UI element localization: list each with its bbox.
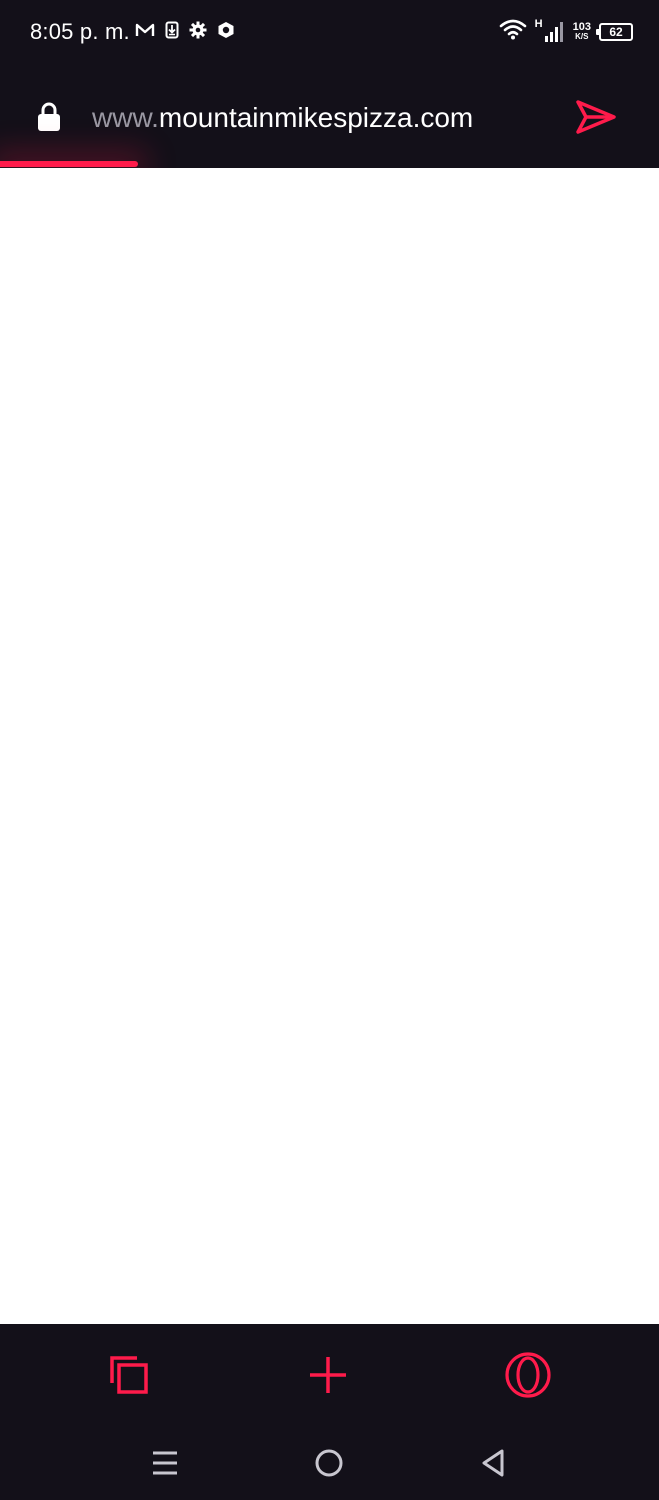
net-speed: 103 K/S (572, 20, 591, 41)
url-domain: mountainmikespizza.com (158, 102, 474, 133)
bottom-toolbar (0, 1324, 659, 1428)
settings-icon (189, 21, 207, 39)
new-tab-button[interactable] (305, 1354, 351, 1400)
url-field[interactable]: www.mountainmikespizza.com (92, 102, 473, 134)
tabs-icon (109, 1355, 149, 1400)
cell-signal-icon: H (535, 18, 565, 44)
net-speed-value: 103 (572, 20, 591, 33)
system-navigation-bar (0, 1428, 659, 1500)
web-content[interactable] (0, 168, 659, 1324)
net-speed-unit: K/S (575, 31, 589, 41)
send-icon[interactable] (574, 98, 618, 141)
recent-apps-button[interactable] (148, 1448, 182, 1482)
battery-icon: 62 (596, 22, 633, 41)
status-bar: 8:05 p. m. H 103 K/S 62 (0, 0, 659, 66)
recent-apps-icon (151, 1450, 179, 1481)
page-load-progress (0, 161, 139, 167)
back-button[interactable] (476, 1448, 510, 1482)
shield-icon (217, 21, 235, 39)
home-icon (314, 1448, 344, 1483)
tabs-button[interactable] (106, 1354, 152, 1400)
opera-menu-button[interactable] (505, 1351, 551, 1400)
status-right-icons: H 103 K/S 62 (499, 18, 633, 45)
download-icon (165, 21, 179, 39)
battery-level: 62 (609, 24, 623, 39)
lock-icon[interactable] (37, 102, 61, 137)
notification-icons (135, 21, 235, 39)
address-bar: www.mountainmikespizza.com (0, 66, 659, 168)
gmail-icon (135, 22, 155, 38)
home-button[interactable] (312, 1448, 346, 1482)
status-time: 8:05 p. m. (30, 19, 130, 44)
new-tab-icon (308, 1355, 348, 1400)
url-prefix: www. (92, 102, 159, 133)
wifi-icon (499, 18, 527, 45)
back-icon (480, 1448, 506, 1483)
opera-menu-icon (504, 1351, 552, 1404)
